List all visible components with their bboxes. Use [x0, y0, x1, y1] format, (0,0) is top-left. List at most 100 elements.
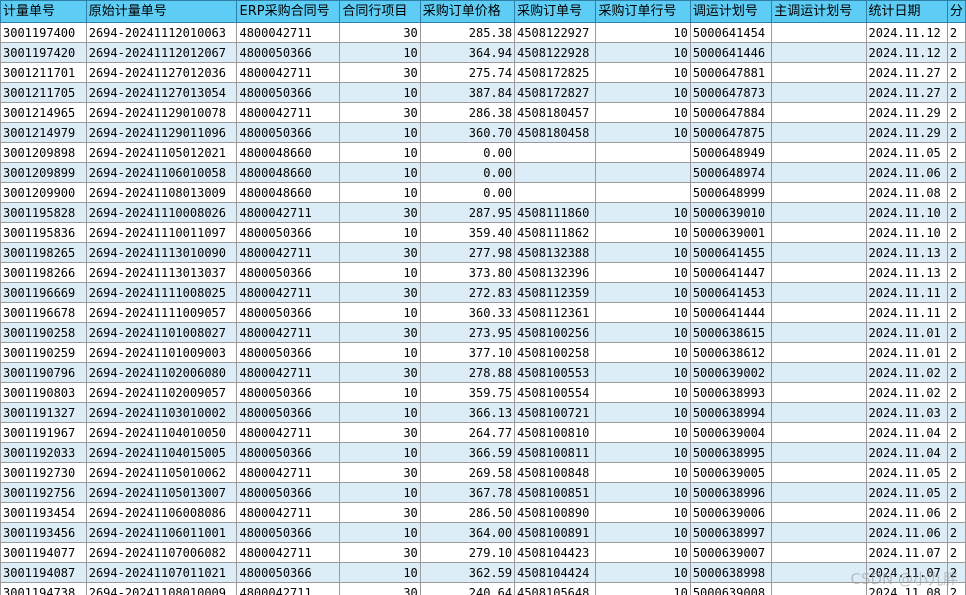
cell-original-measure-no[interactable]: 2694-20241111009057	[85, 302, 238, 323]
cell-erp-contract-no[interactable]: 4800042711	[236, 282, 341, 303]
cell-main-dispatch-plan-no[interactable]	[771, 22, 867, 43]
cell-contract-line-item[interactable]: 30	[339, 202, 421, 223]
cell-truncated[interactable]: 2	[946, 302, 966, 323]
col-header-original-measure-no[interactable]: 原始计量单号	[85, 0, 238, 23]
cell-contract-line-item[interactable]: 30	[339, 362, 421, 383]
cell-dispatch-plan-no[interactable]: 5000639001	[689, 222, 773, 243]
cell-measure-no[interactable]: 3001192033	[0, 442, 87, 463]
cell-dispatch-plan-no[interactable]: 5000638998	[689, 562, 773, 583]
table-row[interactable]: 3001214979 2694-20241129011096 4800050366 1…	[0, 122, 966, 143]
cell-truncated[interactable]: 2	[946, 242, 966, 263]
cell-truncated[interactable]: 2	[946, 382, 966, 403]
cell-truncated[interactable]: 2	[946, 62, 966, 83]
cell-dispatch-plan-no[interactable]: 5000641447	[689, 262, 773, 283]
cell-dispatch-plan-no[interactable]: 5000639002	[689, 362, 773, 383]
cell-po-no[interactable]: 4508180457	[514, 102, 597, 123]
cell-po-price[interactable]: 367.78	[419, 482, 516, 503]
cell-po-line-no[interactable]: 10	[595, 122, 691, 143]
cell-stat-date[interactable]: 2024.11.06	[865, 502, 948, 523]
cell-dispatch-plan-no[interactable]: 5000638995	[689, 442, 773, 463]
cell-dispatch-plan-no[interactable]: 5000639008	[689, 582, 773, 595]
cell-po-no[interactable]	[514, 142, 597, 163]
cell-original-measure-no[interactable]: 2694-20241112012067	[85, 42, 238, 63]
cell-erp-contract-no[interactable]: 4800042711	[236, 202, 341, 223]
cell-original-measure-no[interactable]: 2694-20241108010009	[85, 582, 238, 595]
cell-original-measure-no[interactable]: 2694-20241112010063	[85, 22, 238, 43]
table-row[interactable]: 3001191967 2694-20241104010050 4800042711 3…	[0, 422, 966, 443]
cell-po-no[interactable]: 4508100554	[514, 382, 597, 403]
cell-erp-contract-no[interactable]: 4800050366	[236, 122, 341, 143]
cell-original-measure-no[interactable]: 2694-20241105010062	[85, 462, 238, 483]
cell-main-dispatch-plan-no[interactable]	[771, 482, 867, 503]
cell-original-measure-no[interactable]: 2694-20241106011001	[85, 522, 238, 543]
cell-stat-date[interactable]: 2024.11.27	[865, 62, 948, 83]
cell-truncated[interactable]: 2	[946, 22, 966, 43]
cell-po-price[interactable]: 387.84	[419, 82, 516, 103]
cell-truncated[interactable]: 2	[946, 422, 966, 443]
cell-measure-no[interactable]: 3001214965	[0, 102, 87, 123]
table-row[interactable]: 3001209899 2694-20241106010058 4800048660 1…	[0, 162, 966, 183]
cell-measure-no[interactable]: 3001198265	[0, 242, 87, 263]
cell-main-dispatch-plan-no[interactable]	[771, 102, 867, 123]
table-row[interactable]: 3001190259 2694-20241101009003 4800050366 1…	[0, 342, 966, 363]
cell-main-dispatch-plan-no[interactable]	[771, 542, 867, 563]
cell-measure-no[interactable]: 3001192730	[0, 462, 87, 483]
cell-measure-no[interactable]: 3001190259	[0, 342, 87, 363]
cell-stat-date[interactable]: 2024.11.06	[865, 162, 948, 183]
cell-po-line-no[interactable]: 10	[595, 282, 691, 303]
cell-po-price[interactable]: 269.58	[419, 462, 516, 483]
cell-original-measure-no[interactable]: 2694-20241127013054	[85, 82, 238, 103]
cell-po-no[interactable]: 4508100258	[514, 342, 597, 363]
cell-stat-date[interactable]: 2024.11.05	[865, 482, 948, 503]
cell-measure-no[interactable]: 3001194077	[0, 542, 87, 563]
col-header-po-price[interactable]: 采购订单价格	[419, 0, 516, 23]
cell-main-dispatch-plan-no[interactable]	[771, 422, 867, 443]
cell-main-dispatch-plan-no[interactable]	[771, 182, 867, 203]
col-header-po-line-no[interactable]: 采购订单行号	[595, 0, 691, 23]
table-row[interactable]: 3001198266 2694-20241113013037 4800050366 1…	[0, 262, 966, 283]
cell-truncated[interactable]: 2	[946, 462, 966, 483]
cell-po-line-no[interactable]: 10	[595, 222, 691, 243]
cell-stat-date[interactable]: 2024.11.01	[865, 342, 948, 363]
cell-po-no[interactable]: 4508172825	[514, 62, 597, 83]
cell-original-measure-no[interactable]: 2694-20241101009003	[85, 342, 238, 363]
cell-po-no[interactable]: 4508100890	[514, 502, 597, 523]
col-header-contract-line-item[interactable]: 合同行项目	[339, 0, 421, 23]
cell-po-line-no[interactable]: 10	[595, 522, 691, 543]
cell-po-line-no[interactable]: 10	[595, 242, 691, 263]
cell-po-no[interactable]: 4508112361	[514, 302, 597, 323]
cell-erp-contract-no[interactable]: 4800050366	[236, 82, 341, 103]
cell-original-measure-no[interactable]: 2694-20241105013007	[85, 482, 238, 503]
cell-dispatch-plan-no[interactable]: 5000647873	[689, 82, 773, 103]
cell-contract-line-item[interactable]: 30	[339, 462, 421, 483]
table-row[interactable]: 3001209898 2694-20241105012021 4800048660 1…	[0, 142, 966, 163]
cell-stat-date[interactable]: 2024.11.07	[865, 542, 948, 563]
cell-main-dispatch-plan-no[interactable]	[771, 402, 867, 423]
cell-original-measure-no[interactable]: 2694-20241108013009	[85, 182, 238, 203]
cell-erp-contract-no[interactable]: 4800042711	[236, 582, 341, 595]
cell-po-price[interactable]: 287.95	[419, 202, 516, 223]
cell-main-dispatch-plan-no[interactable]	[771, 462, 867, 483]
table-row[interactable]: 3001198265 2694-20241113010090 4800042711 3…	[0, 242, 966, 263]
cell-truncated[interactable]: 2	[946, 562, 966, 583]
cell-original-measure-no[interactable]: 2694-20241106008086	[85, 502, 238, 523]
cell-main-dispatch-plan-no[interactable]	[771, 82, 867, 103]
cell-measure-no[interactable]: 3001195836	[0, 222, 87, 243]
col-header-measure-no[interactable]: 计量单号	[0, 0, 87, 23]
cell-original-measure-no[interactable]: 2694-20241129011096	[85, 122, 238, 143]
cell-stat-date[interactable]: 2024.11.11	[865, 282, 948, 303]
cell-erp-contract-no[interactable]: 4800050366	[236, 562, 341, 583]
cell-po-line-no[interactable]: 10	[595, 362, 691, 383]
cell-truncated[interactable]: 2	[946, 282, 966, 303]
cell-measure-no[interactable]: 3001197400	[0, 22, 87, 43]
cell-main-dispatch-plan-no[interactable]	[771, 382, 867, 403]
cell-contract-line-item[interactable]: 10	[339, 162, 421, 183]
cell-po-line-no[interactable]: 10	[595, 42, 691, 63]
cell-truncated[interactable]: 2	[946, 442, 966, 463]
cell-po-line-no[interactable]: 10	[595, 382, 691, 403]
cell-dispatch-plan-no[interactable]: 5000641444	[689, 302, 773, 323]
cell-main-dispatch-plan-no[interactable]	[771, 142, 867, 163]
table-row[interactable]: 3001211705 2694-20241127013054 4800050366 1…	[0, 82, 966, 103]
cell-po-line-no[interactable]	[595, 162, 691, 183]
cell-main-dispatch-plan-no[interactable]	[771, 562, 867, 583]
